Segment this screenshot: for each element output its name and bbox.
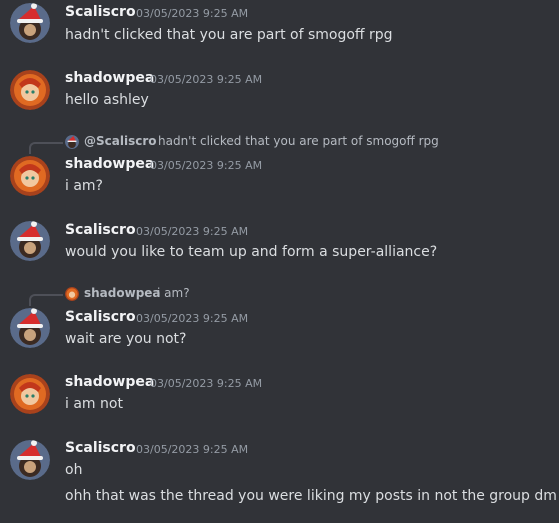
reply-connector	[29, 142, 63, 154]
message-text: hello ashley	[65, 92, 149, 108]
reply-preview[interactable]: shadowpea i am?	[0, 285, 559, 306]
message-text: i am not	[65, 396, 123, 412]
message-text: ohh that was the thread you were liking …	[65, 488, 557, 504]
message-text: oh	[65, 462, 83, 478]
username[interactable]: shadowpea	[65, 374, 154, 390]
timestamp: 03/05/2023 9:25 AM	[150, 377, 263, 390]
reply-avatar-shadowpea	[65, 287, 79, 301]
username[interactable]: shadowpea	[65, 156, 154, 172]
reply-connector	[29, 294, 63, 306]
reply-author[interactable]: shadowpea	[84, 286, 161, 300]
timestamp: 03/05/2023 9:25 AM	[136, 225, 249, 238]
avatar-shadowpea[interactable]	[10, 156, 50, 196]
timestamp: 03/05/2023 9:25 AM	[136, 312, 249, 325]
timestamp: 03/05/2023 9:25 AM	[136, 7, 249, 20]
reply-preview[interactable]: @Scaliscro hadn't clicked that you are p…	[0, 133, 559, 154]
username[interactable]: Scaliscro	[65, 440, 136, 456]
avatar-shadowpea[interactable]	[10, 374, 50, 414]
message-text: hadn't clicked that you are part of smog…	[65, 27, 393, 43]
reply-text: i am?	[157, 286, 190, 300]
username[interactable]: shadowpea	[65, 70, 154, 86]
username[interactable]: Scaliscro	[65, 4, 136, 20]
timestamp: 03/05/2023 9:25 AM	[136, 443, 249, 456]
reply-author[interactable]: @Scaliscro	[84, 134, 157, 148]
message-text: would you like to team up and form a sup…	[65, 244, 438, 260]
reply-avatar-scaliscro	[65, 135, 79, 149]
avatar-scaliscro[interactable]	[10, 221, 50, 261]
timestamp: 03/05/2023 9:25 AM	[150, 159, 263, 172]
avatar-shadowpea[interactable]	[10, 70, 50, 110]
avatar-scaliscro[interactable]	[10, 440, 50, 480]
reply-text: hadn't clicked that you are part of smog…	[158, 134, 439, 148]
username[interactable]: Scaliscro	[65, 222, 136, 238]
timestamp: 03/05/2023 9:25 AM	[150, 73, 263, 86]
avatar-scaliscro[interactable]	[10, 308, 50, 348]
message-text: i am?	[65, 178, 103, 194]
username[interactable]: Scaliscro	[65, 309, 136, 325]
avatar-scaliscro[interactable]	[10, 3, 50, 43]
message-text: wait are you not?	[65, 331, 187, 347]
